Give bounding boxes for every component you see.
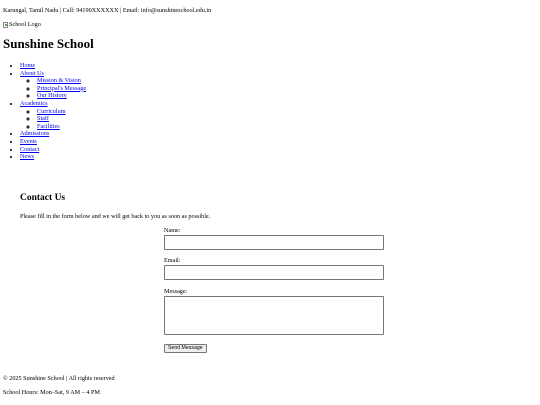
submenu-item: Facilities (37, 123, 86, 131)
site-title: Sunshine School (3, 36, 94, 51)
nav-link-academics[interactable]: Academics (20, 100, 48, 107)
contact-info-bar: Karungal, Tamil Nadu | Call: 94190XXXXXX… (3, 7, 212, 14)
nav-link-admissions[interactable]: Admissions (20, 130, 49, 137)
nav-item-academics: Academics Curriculum Staff Facilities (20, 100, 86, 130)
nav-item-about: About Us Mission & Vision Principal's Me… (20, 70, 86, 100)
send-message-button[interactable]: Send Message (164, 344, 207, 353)
nav-item-events: Events (20, 138, 86, 146)
nav-link-news[interactable]: News (20, 153, 34, 160)
nav-link-events[interactable]: Events (20, 138, 37, 145)
message-label: Message: (164, 288, 188, 295)
nav-link-contact[interactable]: Contact (20, 146, 39, 153)
nav-link-curriculum[interactable]: Curriculum (37, 108, 66, 115)
nav-item-home: Home (20, 62, 86, 70)
submenu-item: Mission & Vision (37, 77, 86, 85)
name-label: Name: (164, 227, 181, 234)
name-input[interactable] (164, 235, 384, 250)
contact-form: Name: Email: Message: Send Message (164, 227, 386, 353)
footer-copyright: © 2025 Sunshine School | All rights rese… (3, 375, 115, 382)
nav-link-facilities[interactable]: Facilities (37, 123, 60, 130)
academics-submenu: Curriculum Staff Facilities (20, 108, 86, 131)
email-input[interactable] (164, 265, 384, 280)
nav-item-admissions: Admissions (20, 130, 86, 138)
school-logo: School Logo (3, 21, 41, 29)
message-textarea[interactable] (164, 296, 384, 335)
nav-link-principals-message[interactable]: Principal's Message (37, 85, 86, 92)
broken-image-icon (3, 21, 8, 28)
contact-heading: Contact Us (20, 193, 66, 203)
nav-link-staff[interactable]: Staff (37, 115, 49, 122)
submenu-item: Principal's Message (37, 85, 86, 93)
nav-link-mission-vision[interactable]: Mission & Vision (37, 77, 81, 84)
logo-alt-text: School Logo (9, 21, 41, 28)
submenu-item: Our History (37, 92, 86, 100)
contact-intro: Please fill in the form below and we wil… (20, 213, 211, 220)
nav-link-our-history[interactable]: Our History (37, 92, 67, 99)
submenu-item: Curriculum (37, 108, 86, 116)
nav-link-about[interactable]: About Us (20, 70, 44, 77)
submenu-item: Staff (37, 115, 86, 123)
nav-item-news: News (20, 153, 86, 161)
main-navigation: Home About Us Mission & Vision Principal… (3, 62, 86, 161)
nav-list: Home About Us Mission & Vision Principal… (3, 62, 86, 161)
about-submenu: Mission & Vision Principal's Message Our… (20, 77, 86, 100)
nav-item-contact: Contact (20, 146, 86, 154)
footer-hours: School Hours: Mon–Sat, 9 AM – 4 PM (3, 389, 100, 396)
nav-link-home[interactable]: Home (20, 62, 35, 69)
email-label: Email: (164, 257, 181, 264)
